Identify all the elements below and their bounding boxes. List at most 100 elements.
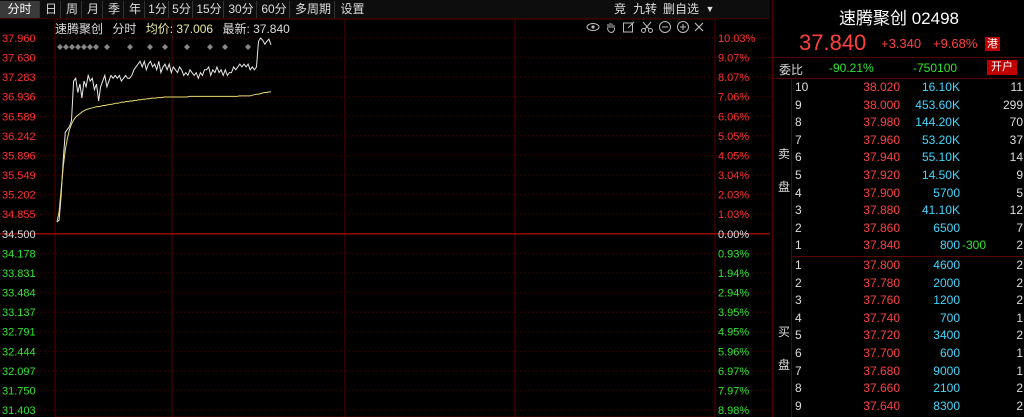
bid-count: 1: [1016, 363, 1023, 378]
open-account-button[interactable]: 开户: [987, 60, 1017, 75]
event-marker[interactable]: [127, 44, 133, 50]
event-marker[interactable]: [57, 44, 63, 50]
ask-level: 2: [795, 220, 802, 235]
ask-volume: 5700: [933, 185, 960, 200]
tab-multi-period[interactable]: 多周期: [292, 1, 335, 18]
ask-row[interactable]: 7 37.960 53.20K 37: [792, 132, 1024, 149]
ask-price: 38.000: [863, 97, 900, 112]
ask-volume: 53.20K: [921, 132, 960, 147]
percent-tick-label: 1.94%: [718, 268, 749, 280]
ask-row[interactable]: 9 38.000 453.60K 299: [792, 97, 1024, 114]
price-tick-label: 32.791: [2, 327, 36, 339]
bid-row[interactable]: 8 37.660 2100 2: [792, 380, 1024, 397]
ask-price: 37.860: [863, 220, 900, 235]
intraday-chart: 37.960 37.630 37.283 36.936 36.589 36.242 35.8…: [0, 19, 770, 417]
ask-row[interactable]: 2 37.860 6500 7: [792, 220, 1024, 237]
price-tick-label: 33.137: [2, 307, 36, 319]
ask-level: 8: [795, 115, 802, 130]
bid-row[interactable]: 7 37.680 9000 1: [792, 363, 1024, 380]
percent-tick-label: 2.94%: [718, 288, 749, 300]
bid-row[interactable]: 4 37.740 700 1: [792, 310, 1024, 327]
price-tick-label: 35.549: [2, 170, 36, 182]
bid-count: 2: [1016, 398, 1023, 413]
ask-row[interactable]: 5 37.920 14.50K 9: [792, 167, 1024, 184]
scissors-icon[interactable]: [640, 20, 654, 34]
tab-30min[interactable]: 30分: [226, 1, 257, 18]
edit-icon[interactable]: [622, 20, 636, 34]
price-change-pct: +9.68%: [933, 36, 978, 51]
price-tick-label: 36.936: [2, 92, 36, 104]
tab-60min[interactable]: 60分: [259, 1, 290, 18]
settings-button[interactable]: 设置: [337, 1, 368, 18]
ask-row[interactable]: 10 38.020 16.10K 11: [792, 79, 1024, 96]
tab-quarterly[interactable]: 季: [105, 1, 124, 18]
tab-1min[interactable]: 1分: [147, 1, 169, 18]
event-marker[interactable]: [147, 44, 153, 50]
nine-turn-button[interactable]: 九转: [631, 1, 659, 18]
tab-intraday[interactable]: 分时: [0, 1, 40, 18]
bid-price: 37.640: [863, 398, 900, 413]
percent-tick-label: 9.07%: [718, 53, 749, 65]
zoom-out-icon[interactable]: [658, 20, 672, 34]
ask-row[interactable]: 1 37.840 800 -300 2: [792, 237, 1024, 254]
event-marker[interactable]: [222, 44, 228, 50]
ask-count: 70: [1009, 115, 1023, 130]
event-marker[interactable]: [75, 44, 81, 50]
ask-volume: 800: [939, 238, 960, 253]
dropdown-icon[interactable]: ▼: [703, 1, 717, 18]
event-marker[interactable]: [87, 44, 93, 50]
ask-count: 12: [1009, 203, 1023, 218]
percent-axis: 10.03% 9.07% 8.07% 7.06% 6.06% 5.05% 4.05% 3.04…: [718, 33, 756, 417]
ask-row[interactable]: 8 37.980 144.20K 70: [792, 114, 1024, 131]
event-marker[interactable]: [245, 44, 251, 50]
tab-weekly[interactable]: 周: [63, 1, 82, 18]
ask-row[interactable]: 4 37.900 5700 5: [792, 185, 1024, 202]
event-marker[interactable]: [69, 44, 75, 50]
bid-row[interactable]: 3 37.760 1200 2: [792, 292, 1024, 309]
percent-tick-label: 0.93%: [718, 248, 749, 260]
tab-15min[interactable]: 15分: [195, 1, 224, 18]
remove-watchlist-button[interactable]: 删自选: [661, 1, 701, 18]
bid-row[interactable]: 2 37.780 2000 2: [792, 275, 1024, 292]
bid-row[interactable]: 5 37.720 3400 2: [792, 327, 1024, 344]
auction-button[interactable]: 竞: [612, 1, 628, 18]
price-tick-label: 33.831: [2, 268, 36, 280]
ask-row[interactable]: 6 37.940 55.10K 14: [792, 149, 1024, 166]
ask-row[interactable]: 3 37.880 41.10K 12: [792, 202, 1024, 219]
bid-volume: 2000: [933, 275, 960, 290]
price-tick-label: 36.589: [2, 111, 36, 123]
event-marker[interactable]: [93, 44, 99, 50]
event-marker[interactable]: [184, 44, 190, 50]
bid-level: 7: [795, 363, 802, 378]
ask-count: 11: [1010, 80, 1023, 94]
event-marker[interactable]: [207, 44, 213, 50]
chart-grid: [0, 19, 770, 417]
eye-icon[interactable]: [586, 20, 600, 34]
chart-header: 速腾聚创 分时 均价: 37.006 最新: 37.840: [55, 20, 296, 36]
bid-level: 8: [795, 381, 802, 396]
tab-monthly[interactable]: 月: [84, 1, 103, 18]
event-marker[interactable]: [63, 44, 69, 50]
event-marker[interactable]: [162, 44, 168, 50]
percent-tick-label: 5.05%: [718, 131, 749, 143]
event-marker[interactable]: [81, 44, 87, 50]
bid-level: 5: [795, 328, 802, 343]
bid-volume: 8300: [933, 398, 960, 413]
event-marker[interactable]: [104, 44, 110, 50]
zoom-in-icon[interactable]: [676, 20, 690, 34]
price-tick-label: 32.097: [2, 366, 36, 378]
tab-daily[interactable]: 日: [42, 1, 61, 18]
bid-row[interactable]: 1 37.800 4600 2: [792, 257, 1024, 274]
price-tick-label: 37.630: [2, 53, 36, 65]
tab-yearly[interactable]: 年: [126, 1, 145, 18]
bid-count: 2: [1016, 328, 1023, 343]
ask-level: 7: [795, 132, 802, 147]
bid-level: 2: [795, 275, 802, 290]
percent-tick-label: 0.00%: [718, 229, 749, 241]
tab-5min[interactable]: 5分: [171, 1, 193, 18]
price-tick-label: 37.283: [2, 72, 36, 84]
bid-row[interactable]: 9 37.640 8300 2: [792, 398, 1024, 415]
hand-icon[interactable]: [604, 20, 618, 34]
bid-row[interactable]: 6 37.700 600 1: [792, 345, 1024, 362]
close-icon[interactable]: [692, 20, 706, 34]
